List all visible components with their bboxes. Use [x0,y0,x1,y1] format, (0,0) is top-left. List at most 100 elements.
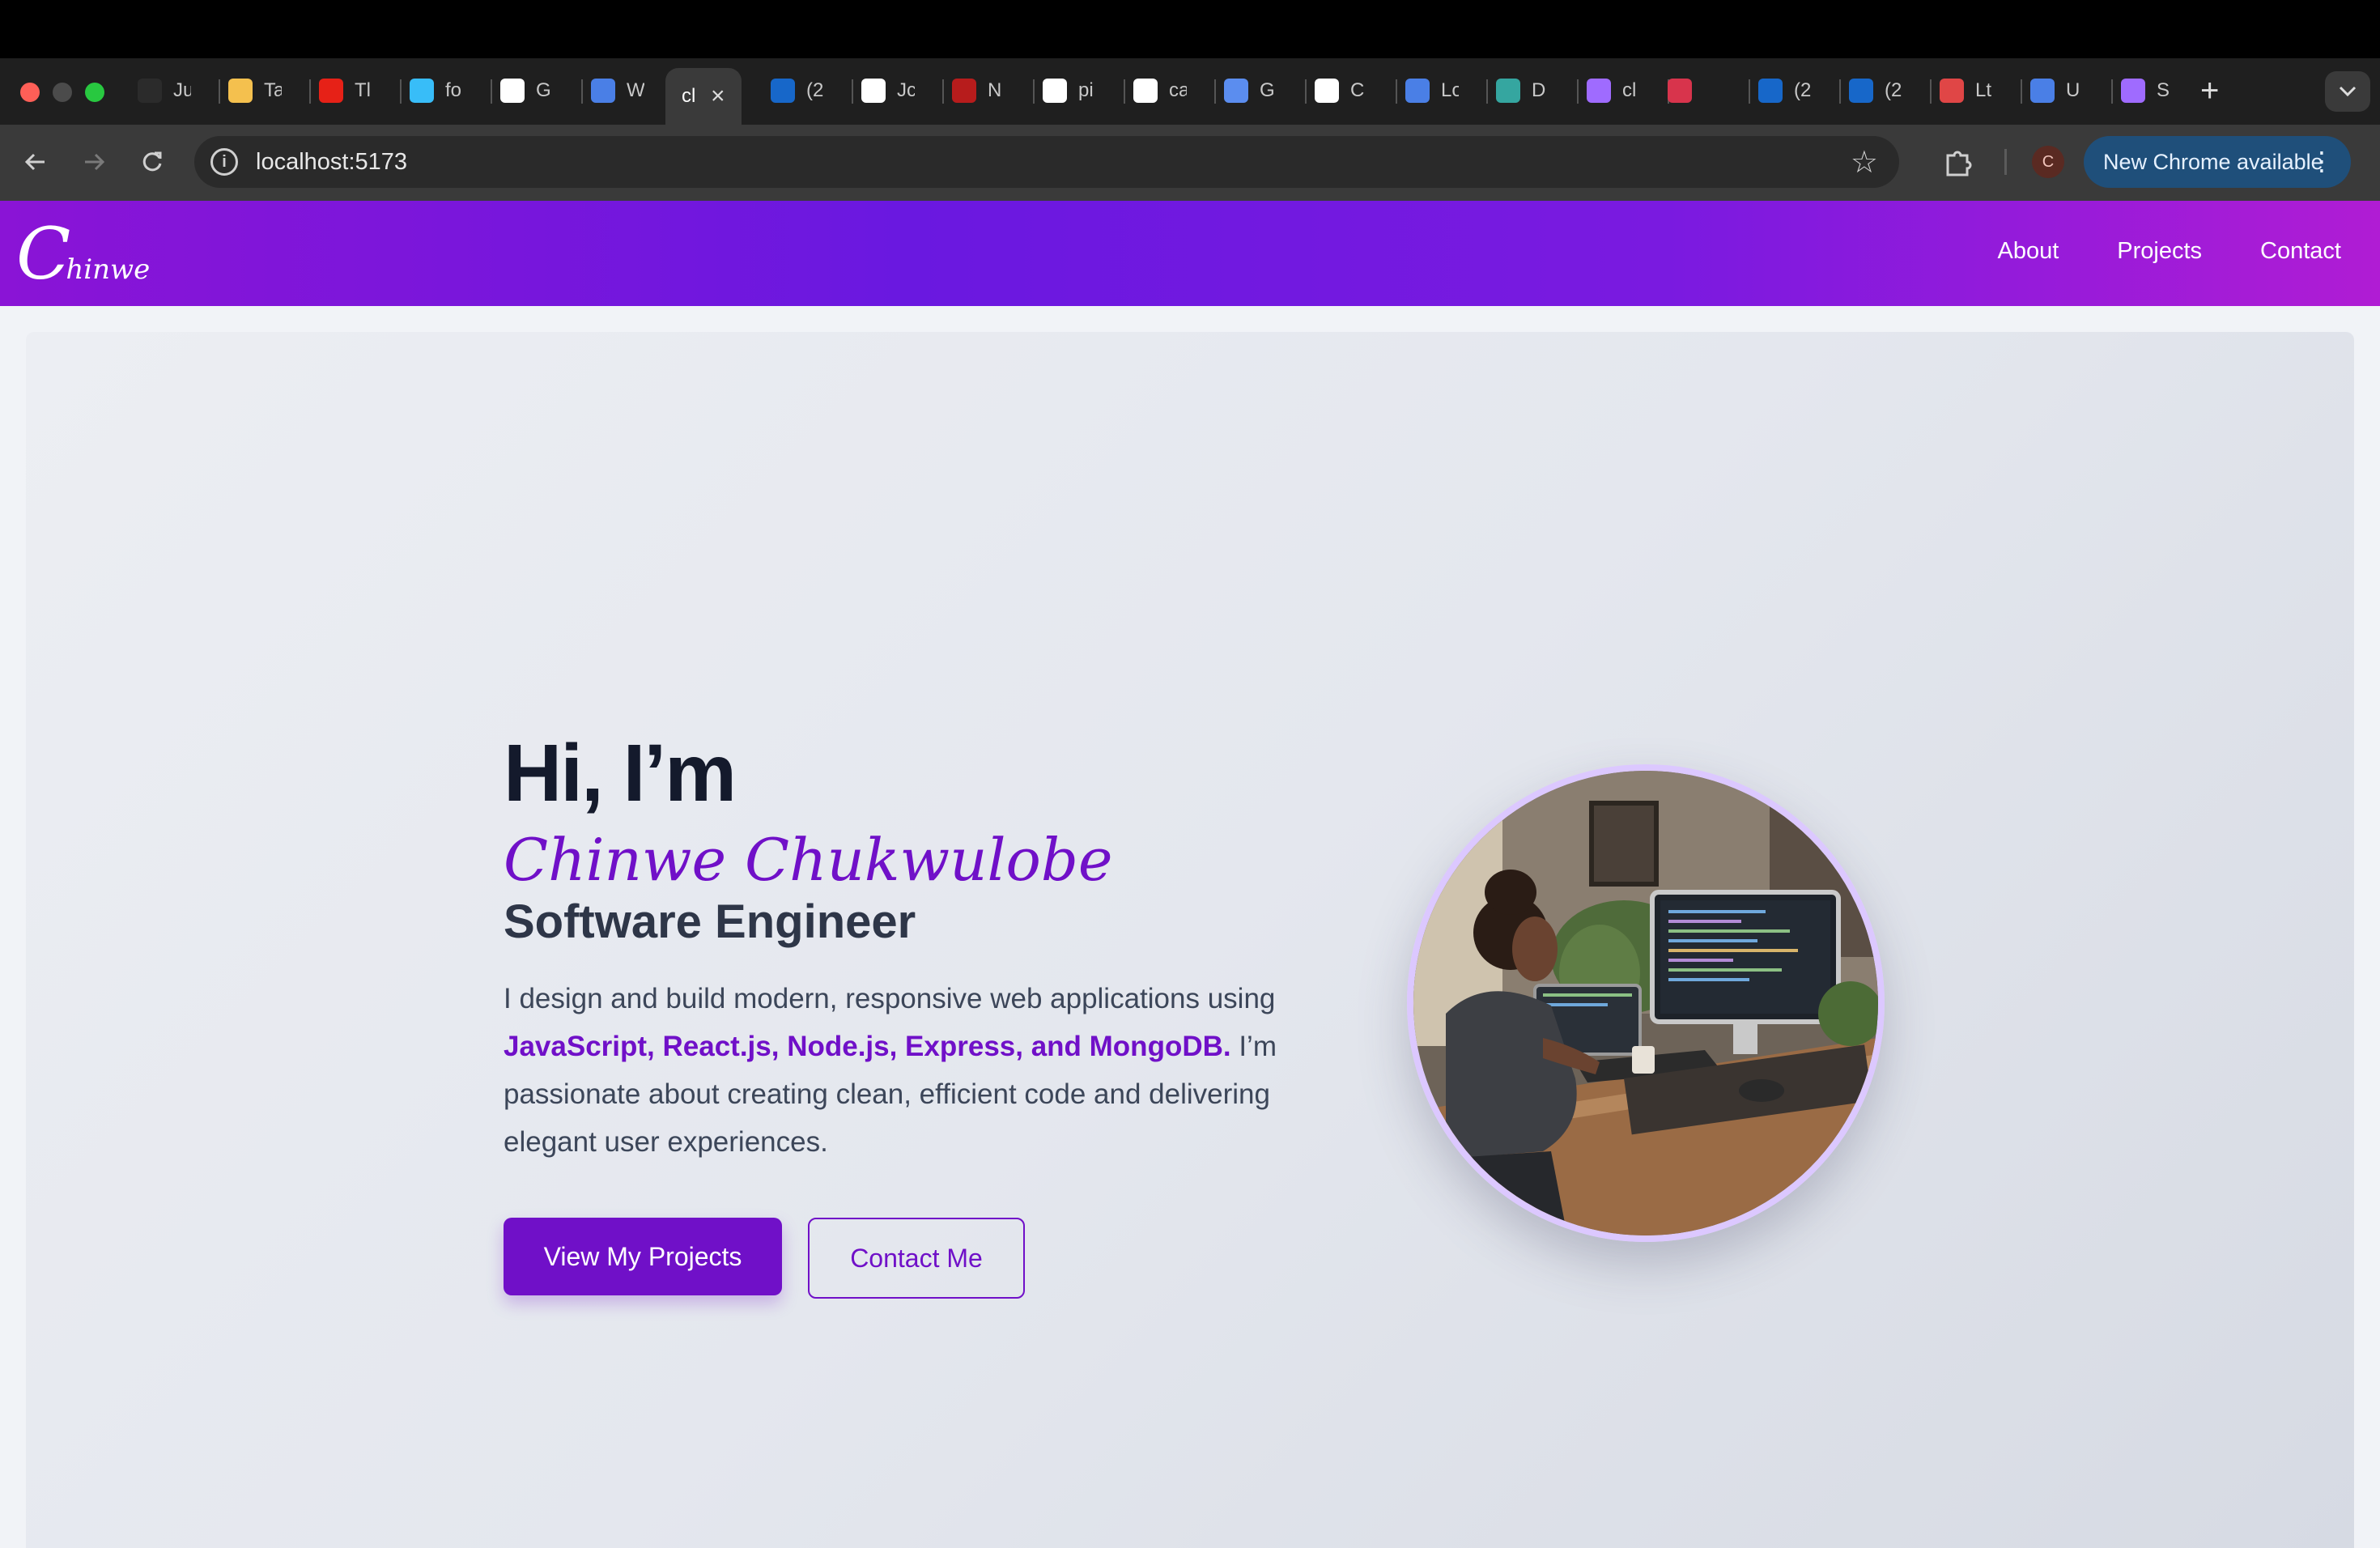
tab-6[interactable]: (2 [771,68,824,113]
tab-separator [1124,79,1125,104]
tab-active[interactable]: cl × [665,68,742,125]
page-viewport: Chinwe About Projects Contact Hi, I’m Ch… [0,201,2380,1548]
tab-title: S [2157,79,2170,101]
back-button[interactable] [18,144,53,180]
reload-button[interactable] [134,144,170,180]
tab-title: G [536,79,551,101]
tab-5[interactable]: W [591,68,644,113]
tab-title: (2 [806,79,824,101]
developer-illustration [1413,771,1878,1235]
minimize-window-button[interactable] [53,83,72,102]
view-projects-button[interactable]: View My Projects [504,1218,782,1295]
tab-7[interactable]: Jc [861,68,915,113]
tab-title: Lt [1975,79,1992,101]
tab-9[interactable]: pi [1043,68,1096,113]
tailwind-icon [410,79,434,103]
more-menu-icon[interactable]: ⋮ [2309,146,2335,176]
tab-10[interactable]: ca [1133,68,1187,113]
profile-photo [1407,764,1885,1242]
new-tab-button[interactable]: + [2200,74,2219,107]
tab-separator [1749,79,1750,104]
tab-separator [1486,79,1488,104]
tab-1[interactable]: Ta [228,68,282,113]
linkedin-icon [771,79,795,103]
forward-arrow-icon [85,153,105,171]
site-logo[interactable]: Chinwe [16,212,150,296]
puzzle-icon [1668,79,1692,103]
tab-separator [2021,79,2022,104]
nav-contact-link[interactable]: Contact [2260,238,2341,265]
tab-15[interactable]: cl [1587,68,1640,113]
site-header: Chinwe About Projects Contact [0,201,2380,306]
linkedin-icon [1849,79,1873,103]
tab-0[interactable]: Ju [138,68,191,113]
tab-title: fo [445,79,462,101]
youtube-icon [319,79,343,103]
tab-title: N [988,79,1002,101]
tab-separator [1305,79,1307,104]
extensions-button[interactable] [1941,144,1977,180]
openai-icon [138,79,162,103]
tab-4[interactable]: G [500,68,554,113]
chevron-down-icon [2339,86,2357,97]
tab-separator [1577,79,1579,104]
tab-11[interactable]: G [1224,68,1277,113]
url-text[interactable]: localhost:5173 [256,149,407,176]
tab-search-button[interactable] [2325,71,2370,112]
tab-2[interactable]: Tl [319,68,372,113]
address-bar[interactable]: i localhost:5173 ☆ [194,136,1899,188]
tab-separator [1396,79,1397,104]
github-icon [1315,79,1339,103]
logo-rest: hinwe [66,253,151,286]
nav-projects-link[interactable]: Projects [2117,238,2202,265]
contact-me-button[interactable]: Contact Me [808,1218,1025,1299]
tab-16[interactable] [1668,68,1721,113]
tab-title: cl [1622,79,1637,101]
tab-21[interactable]: S [2121,68,2174,113]
bookmark-star-icon[interactable]: ☆ [1851,144,1878,181]
zoom-window-button[interactable] [85,83,104,102]
profile-avatar[interactable]: C [2032,146,2064,178]
hero-buttons: View My Projects Contact Me [504,1218,1345,1299]
close-window-button[interactable] [20,83,40,102]
tab-title: Tl [355,79,371,101]
hero-name: Chinwe Chukwulobe [504,826,1113,894]
tab-14[interactable]: D [1496,68,1549,113]
tab-title: W [627,79,644,101]
tab-separator [1214,79,1216,104]
hero-role: Software Engineer [504,895,916,948]
gemini-icon [1224,79,1248,103]
tab-8[interactable]: N [952,68,1005,113]
close-icon[interactable]: × [711,83,725,110]
update-chrome-button[interactable]: New Chrome available ⋮ [2084,136,2351,188]
hero-section: Hi, I’m Chinwe Chukwulobe Software Engin… [26,332,2354,1548]
forward-button[interactable] [76,144,112,180]
tab-separator [400,79,402,104]
bio-tech-stack: JavaScript, React.js, Node.js, Express, … [504,1031,1231,1062]
tab-separator [1930,79,1932,104]
tab-title: ca [1169,79,1187,101]
tab-title: Lo [1441,79,1459,101]
tab-separator [581,79,583,104]
nav-about-link[interactable]: About [1997,238,2059,265]
tab-20[interactable]: U [2030,68,2084,113]
google-icon [500,79,525,103]
tab-title: Ta [264,79,282,101]
tab-separator [942,79,944,104]
tab-17[interactable]: (2 [1758,68,1812,113]
vite-icon [2121,79,2145,103]
site-info-icon[interactable]: i [210,148,238,176]
hero-bio: I design and build modern, responsive we… [504,975,1345,1166]
tab-12[interactable]: C [1315,68,1368,113]
puzzle-icon [1946,151,1972,176]
tab-13[interactable]: Lo [1405,68,1459,113]
tab-19[interactable]: Lt [1940,68,1993,113]
docs-icon [591,79,615,103]
tab-separator [1839,79,1841,104]
tab-title: cl [682,85,696,107]
tab-title: G [1260,79,1275,101]
tab-title: pi [1078,79,1094,101]
reload-icon [142,151,162,172]
tab-18[interactable]: (2 [1849,68,1902,113]
tab-3[interactable]: fo [410,68,463,113]
